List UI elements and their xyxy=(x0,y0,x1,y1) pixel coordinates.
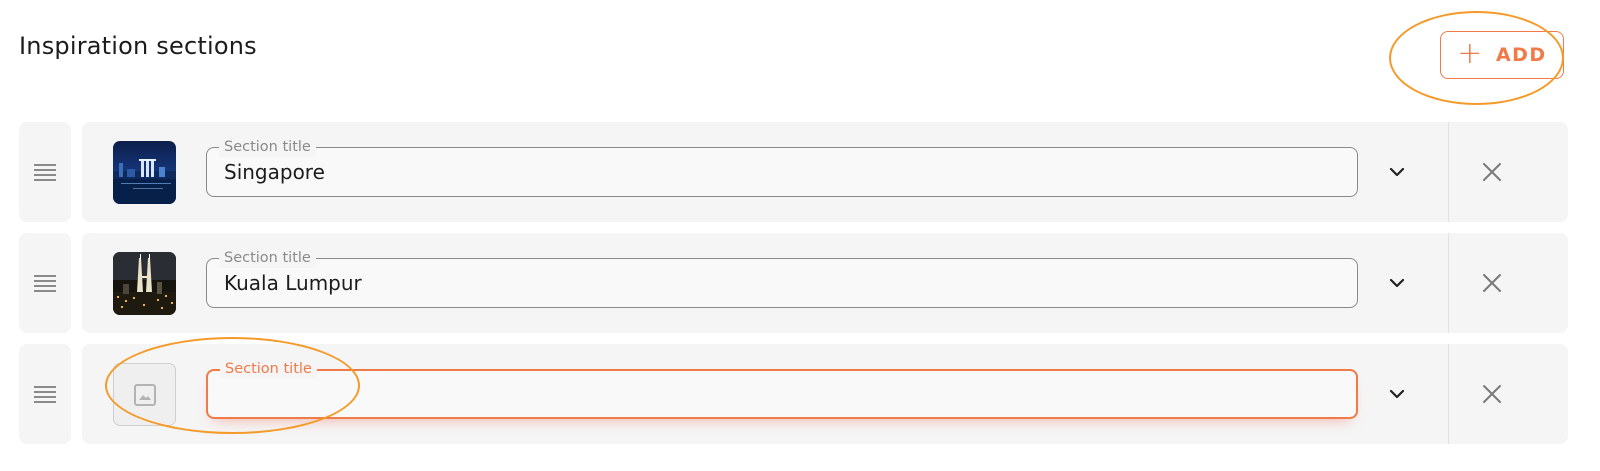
section-card: Section title xyxy=(82,122,1568,222)
section-thumbnail[interactable] xyxy=(113,363,176,426)
section-title-field[interactable]: Section title xyxy=(206,359,1358,419)
drag-handle[interactable] xyxy=(19,233,71,333)
image-placeholder-icon xyxy=(133,383,156,406)
remove-section-button[interactable] xyxy=(1477,379,1507,409)
divider xyxy=(1448,344,1449,444)
drag-handle-icon xyxy=(34,386,56,403)
expand-button[interactable] xyxy=(1384,381,1410,407)
kuala-lumpur-petronas-towers-photo xyxy=(113,252,176,315)
drag-handle[interactable] xyxy=(19,122,71,222)
section-title-label: Section title xyxy=(219,248,316,268)
section-row: Section title xyxy=(19,122,1569,222)
section-title-input[interactable] xyxy=(224,160,1324,184)
close-icon xyxy=(1483,163,1501,181)
add-button-label: ADD xyxy=(1495,44,1547,66)
divider xyxy=(1448,233,1449,333)
section-title-input[interactable] xyxy=(224,271,1324,295)
drag-handle[interactable] xyxy=(19,344,71,444)
section-row: Section title xyxy=(19,233,1569,333)
section-title-field[interactable]: Section title xyxy=(206,248,1358,308)
section-card: Section title xyxy=(82,233,1568,333)
add-button[interactable]: + ADD xyxy=(1440,31,1564,79)
remove-section-button[interactable] xyxy=(1477,268,1507,298)
divider xyxy=(1448,122,1449,222)
plus-icon: + xyxy=(1457,35,1484,71)
drag-handle-icon xyxy=(34,164,56,181)
singapore-night-skyline-photo xyxy=(113,141,176,204)
section-title-label: Section title xyxy=(219,137,316,157)
chevron-down-icon xyxy=(1389,167,1405,177)
section-title-input[interactable] xyxy=(225,383,1325,407)
chevron-down-icon xyxy=(1389,278,1405,288)
drag-handle-icon xyxy=(34,275,56,292)
expand-button[interactable] xyxy=(1384,159,1410,185)
section-thumbnail[interactable] xyxy=(113,141,176,204)
section-thumbnail[interactable] xyxy=(113,252,176,315)
page-title: Inspiration sections xyxy=(19,32,257,60)
remove-section-button[interactable] xyxy=(1477,157,1507,187)
section-card: Section title xyxy=(82,344,1568,444)
close-icon xyxy=(1483,274,1501,292)
expand-button[interactable] xyxy=(1384,270,1410,296)
section-row: Section title xyxy=(19,344,1569,444)
close-icon xyxy=(1483,385,1501,403)
chevron-down-icon xyxy=(1389,389,1405,399)
section-title-field[interactable]: Section title xyxy=(206,137,1358,197)
section-title-label: Section title xyxy=(220,359,317,379)
